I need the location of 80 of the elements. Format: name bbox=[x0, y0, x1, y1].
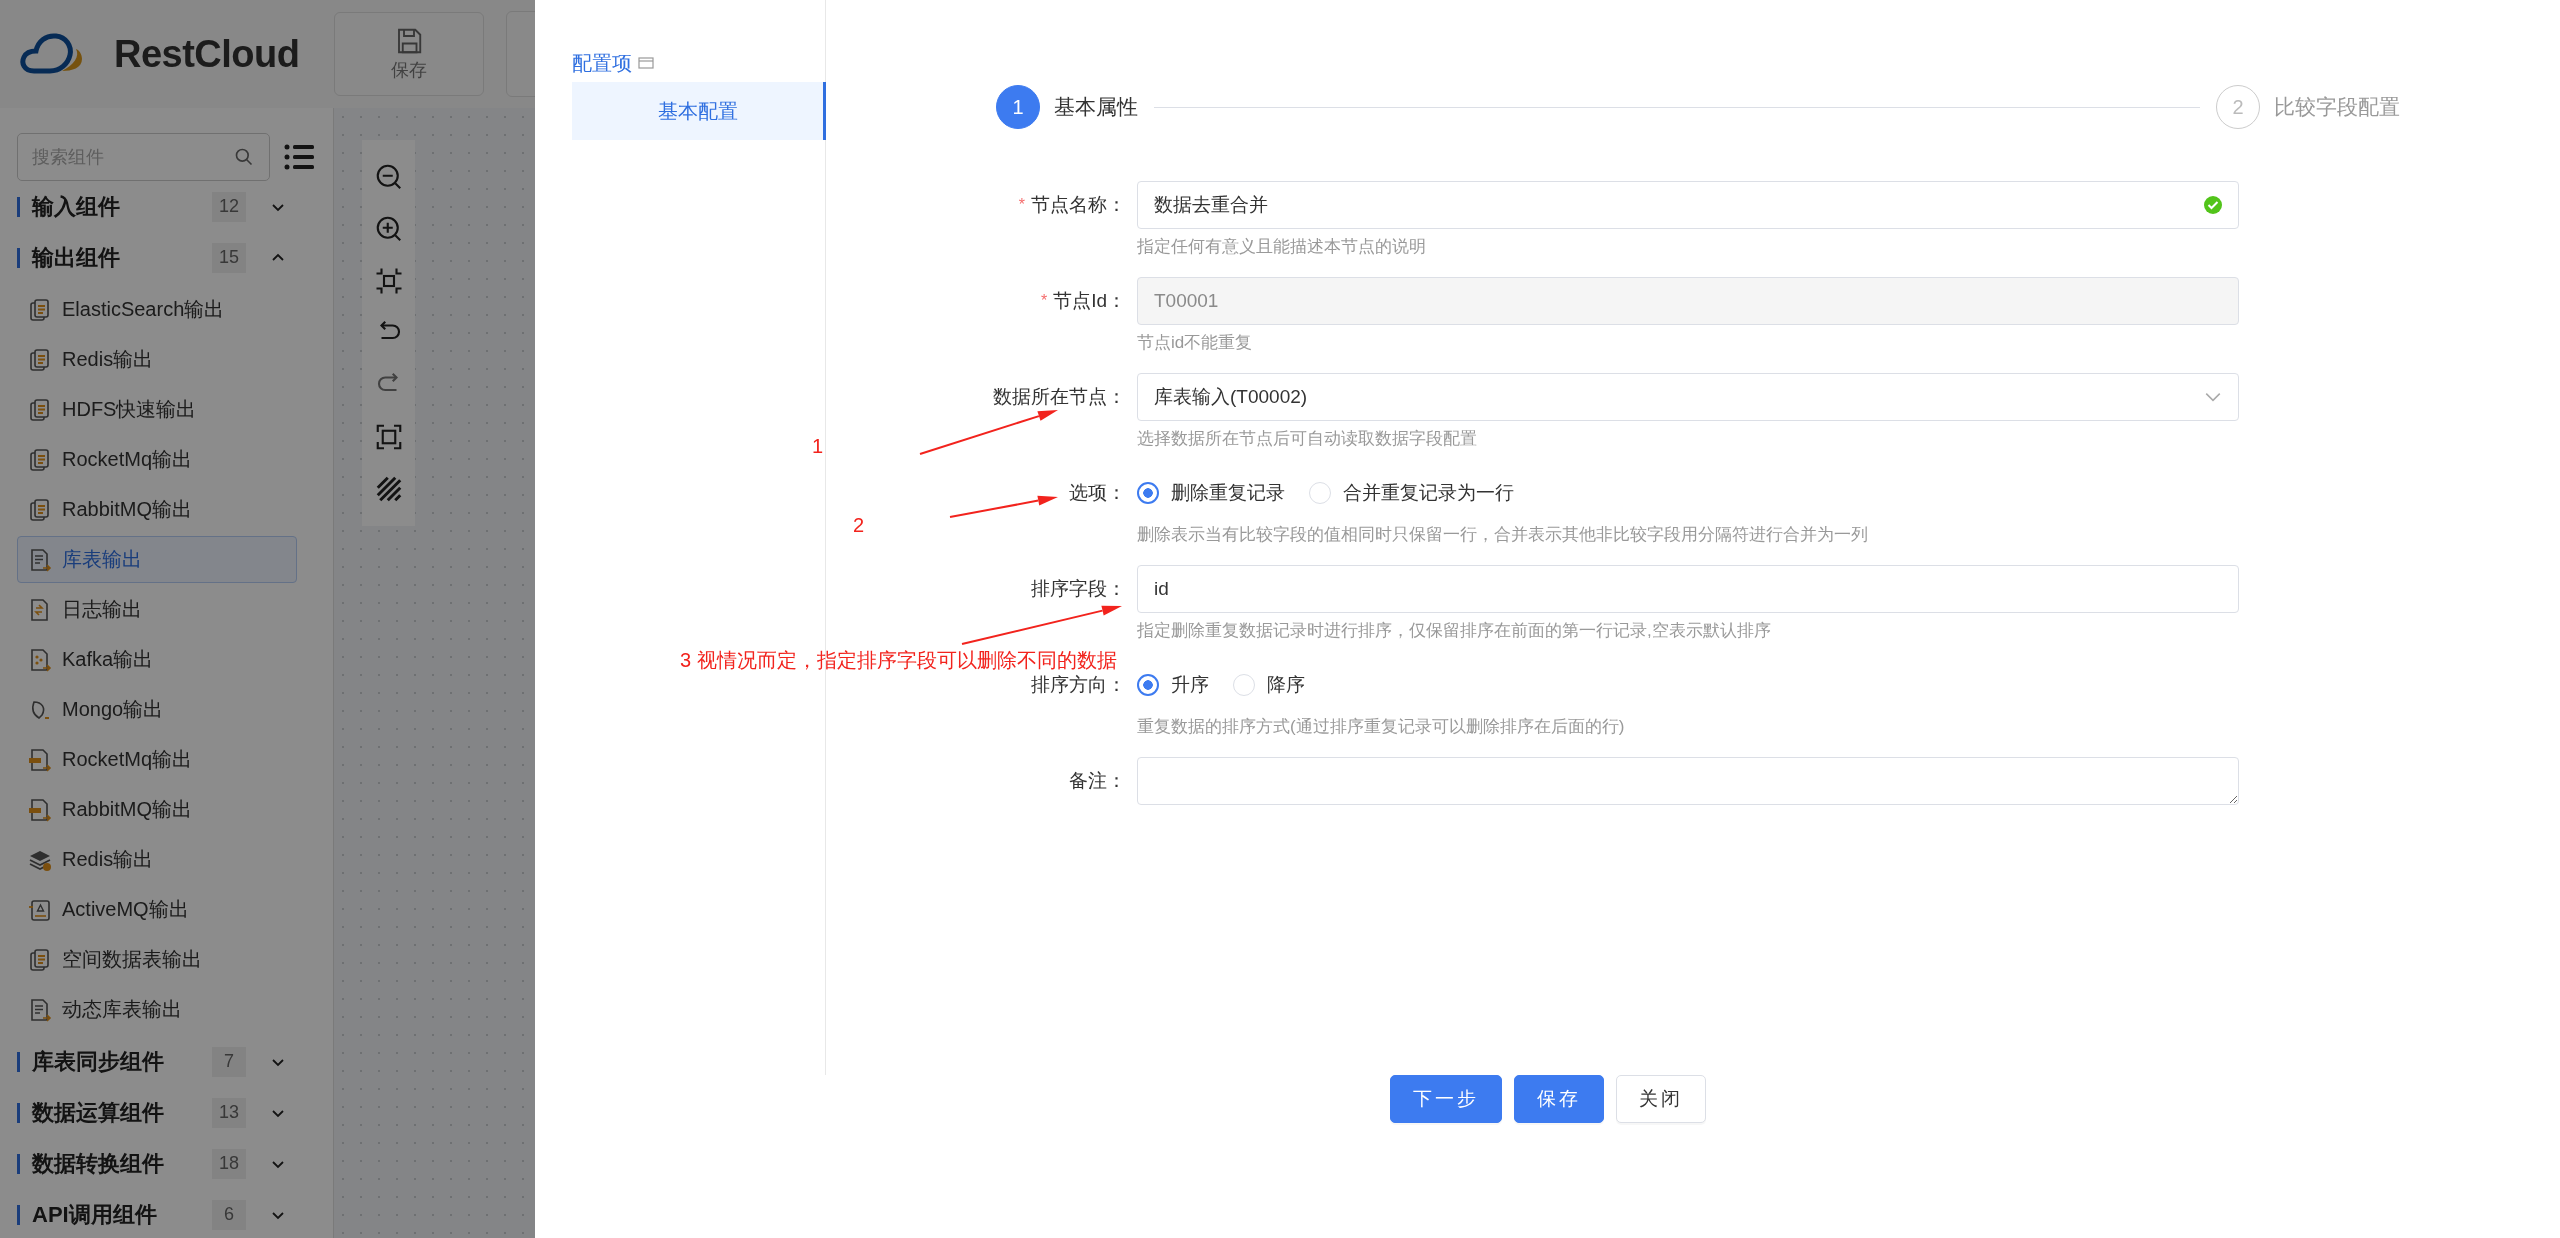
action-button[interactable]: 下一步 bbox=[1389, 1075, 1502, 1123]
sidebar-item[interactable]: RabbitMQ输出 bbox=[17, 486, 297, 533]
sidebar-item[interactable]: Mongo输出 bbox=[17, 686, 297, 733]
help-text: 选择数据所在节点后可自动读取数据字段配置 bbox=[1137, 427, 1478, 450]
sidebar-item[interactable]: 空间数据表输出 bbox=[17, 936, 297, 983]
action-button[interactable]: 保存 bbox=[1513, 1075, 1604, 1123]
table-icon bbox=[638, 56, 654, 70]
help-text: 指定任何有意义且能描述本节点的说明 bbox=[1137, 235, 1427, 258]
queue-file-icon bbox=[28, 747, 52, 772]
step-number: 1 bbox=[996, 85, 1040, 129]
annotation-text: 3 视情况而定，指定排序字段可以删除不同的数据 bbox=[680, 648, 1117, 673]
help-text: 指定删除重复数据记录时进行排序，仅保留排序在前面的第一行记录,空表示默认排序 bbox=[1137, 619, 1772, 642]
sidebar-item[interactable]: HDFS快速输出 bbox=[17, 386, 297, 433]
text-field[interactable]: 数据去重合并 bbox=[1137, 181, 2239, 229]
search-icon bbox=[234, 147, 254, 167]
sidebar-item[interactable]: Kafka输出 bbox=[17, 636, 297, 683]
select-field[interactable]: 库表输入(T00002) bbox=[1137, 373, 2239, 421]
app-logo-text: RestCloud bbox=[114, 32, 300, 76]
document-icon bbox=[28, 297, 52, 322]
field-label: 节点名称： bbox=[1031, 193, 1126, 217]
rocket-file-icon bbox=[28, 897, 52, 922]
radio-option[interactable]: 降序 bbox=[1233, 672, 1305, 698]
field-label: 排序方向： bbox=[1031, 673, 1126, 697]
radio-button[interactable] bbox=[1137, 482, 1159, 504]
count-badge: 12 bbox=[212, 191, 246, 222]
field-label: 排序字段： bbox=[1031, 577, 1126, 601]
table-export-icon bbox=[28, 547, 52, 572]
sidebar-item[interactable]: RocketMq输出 bbox=[17, 436, 297, 483]
help-text: 重复数据的排序方式(通过排序重复记录可以删除排序在后面的行) bbox=[1137, 715, 1626, 738]
sidebar-item[interactable]: RabbitMQ输出 bbox=[17, 786, 297, 833]
field-label: 选项： bbox=[1069, 481, 1126, 505]
config-title: 配置项 bbox=[572, 50, 632, 76]
config-menu-item[interactable]: 基本配置 bbox=[572, 82, 826, 140]
text-field[interactable]: id bbox=[1137, 565, 2239, 613]
required-mark: * bbox=[1040, 292, 1048, 310]
save-button[interactable]: 保存 bbox=[333, 12, 484, 96]
annotation-text: 2 bbox=[853, 513, 865, 538]
required-mark: * bbox=[1018, 196, 1025, 214]
group-title[interactable]: 库表同步组件 bbox=[32, 1046, 212, 1077]
document-icon bbox=[28, 947, 52, 972]
group-title[interactable]: 输入组件 bbox=[32, 191, 212, 222]
count-badge: 15 bbox=[212, 242, 246, 273]
sidebar-item[interactable]: Redis输出 bbox=[17, 836, 297, 883]
step-label: 比较字段配置 bbox=[2274, 94, 2400, 120]
count-badge: 13 bbox=[212, 1097, 246, 1128]
field-label: 节点Id： bbox=[1053, 289, 1126, 313]
group-title[interactable]: 输出组件 bbox=[32, 242, 212, 273]
sidebar-item[interactable]: ActiveMQ输出 bbox=[17, 886, 297, 933]
table-export-icon bbox=[28, 997, 52, 1022]
group-title[interactable]: API调用组件 bbox=[32, 1199, 212, 1230]
step-label: 基本属性 bbox=[1054, 94, 1138, 120]
sidebar-item[interactable]: 日志输出 bbox=[17, 586, 297, 633]
action-button[interactable]: 关闭 bbox=[1615, 1075, 1706, 1123]
nodes-file-icon bbox=[28, 647, 52, 672]
list-icon[interactable] bbox=[284, 144, 314, 170]
field-label: 备注： bbox=[1069, 769, 1126, 793]
help-text: 删除表示当有比较字段的值相同时只保留一行，合并表示其他非比较字段用分隔符进行合并为一列 bbox=[1137, 523, 1869, 546]
document-icon bbox=[28, 347, 52, 372]
help-text: 节点id不能重复 bbox=[1137, 331, 1254, 354]
group-title[interactable]: 数据转换组件 bbox=[32, 1148, 212, 1179]
count-badge: 18 bbox=[212, 1148, 246, 1179]
annotation-text: 1 bbox=[812, 434, 824, 459]
sidebar-item[interactable]: Redis输出 bbox=[17, 336, 297, 383]
document-icon bbox=[28, 497, 52, 522]
count-badge: 6 bbox=[212, 1199, 246, 1230]
document-icon bbox=[28, 397, 52, 422]
radio-option[interactable]: 合并重复记录为一行 bbox=[1309, 480, 1514, 506]
queue-file-icon bbox=[28, 797, 52, 822]
count-badge: 7 bbox=[212, 1046, 246, 1077]
textarea-field[interactable] bbox=[1137, 757, 2239, 805]
group-title[interactable]: 数据运算组件 bbox=[32, 1097, 212, 1128]
radio-button[interactable] bbox=[1137, 674, 1159, 696]
field-label: 数据所在节点： bbox=[993, 385, 1126, 409]
document-icon bbox=[28, 447, 52, 472]
sidebar-item[interactable]: ElasticSearch输出 bbox=[17, 286, 297, 333]
sidebar-item[interactable]: 动态库表输出 bbox=[17, 986, 297, 1033]
sidebar-item[interactable]: RocketMq输出 bbox=[17, 736, 297, 783]
radio-option[interactable]: 删除重复记录 bbox=[1137, 480, 1285, 506]
radio-option[interactable]: 升序 bbox=[1137, 672, 1209, 698]
sidebar-item[interactable]: 库表输出 bbox=[17, 536, 297, 583]
